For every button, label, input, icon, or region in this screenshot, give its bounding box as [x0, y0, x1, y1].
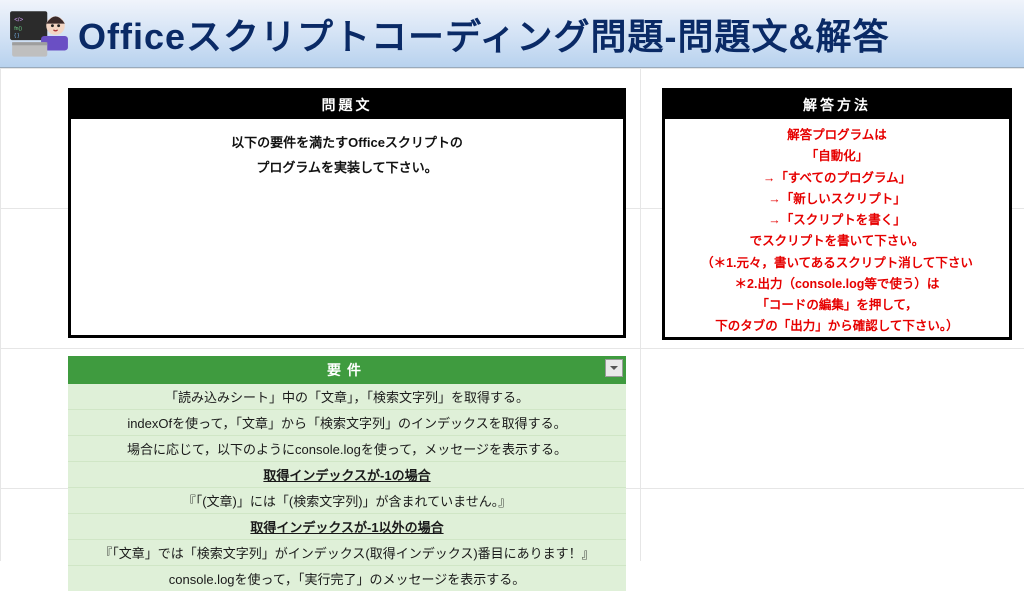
svg-text:{ }: { } [14, 33, 19, 39]
svg-text:fn(): fn() [14, 25, 22, 31]
filter-dropdown-button[interactable] [605, 359, 623, 377]
requirements-panel: 要件 「読み込みシート」中の「文章」，「検索文字列」を取得する。 indexOf… [68, 356, 626, 591]
answer-line: →「スクリプトを書く」 [669, 210, 1005, 231]
requirements-heading-label: 要件 [327, 362, 367, 378]
requirement-row: indexOfを使って，「文章」から「検索文字列」のインデックスを取得する。 [68, 410, 626, 436]
requirement-row: 「読み込みシート」中の「文章」，「検索文字列」を取得する。 [68, 384, 626, 410]
chevron-down-icon [609, 363, 619, 373]
answer-line: （＊1.元々，書いてあるスクリプト消して下さい [669, 253, 1005, 274]
problem-line: 以下の要件を満たすOfficeスクリプトの [71, 131, 623, 156]
page-header: </> fn() { } Officeスクリプトコーディング問題-問題文&解答 [0, 0, 1024, 68]
requirements-body: 「読み込みシート」中の「文章」，「検索文字列」を取得する。 indexOfを使っ… [68, 384, 626, 591]
worksheet-area: 問題文 以下の要件を満たすOfficeスクリプトの プログラムを実装して下さい。… [0, 68, 1024, 561]
answer-line: でスクリプトを書いて下さい。 [669, 231, 1005, 252]
problem-line: プログラムを実装して下さい。 [71, 156, 623, 181]
svg-text:</>: </> [14, 16, 23, 23]
answer-line: 「コードの編集」を押して， [669, 295, 1005, 316]
requirement-row: 取得インデックスが-1の場合 [68, 462, 626, 488]
page-title: Officeスクリプトコーディング問題-問題文&解答 [78, 8, 890, 60]
problem-heading: 問題文 [71, 91, 623, 119]
requirement-row: 『「(文章)」には「(検索文字列)」が含まれていません。』 [68, 488, 626, 514]
answer-body: 解答プログラムは 「自動化」 →「すべてのプログラム」 →「新しいスクリプト」 … [665, 119, 1009, 338]
requirements-heading: 要件 [68, 356, 626, 384]
person-coding-icon: </> fn() { } [8, 6, 70, 62]
answer-line: ＊2.出力（console.log等で使う）は [669, 274, 1005, 295]
problem-body: 以下の要件を満たすOfficeスクリプトの プログラムを実装して下さい。 [71, 119, 623, 180]
requirement-row: 場合に応じて，以下のようにconsole.logを使って，メッセージを表示する。 [68, 436, 626, 462]
answer-panel: 解答方法 解答プログラムは 「自動化」 →「すべてのプログラム」 →「新しいスク… [662, 88, 1012, 340]
answer-heading: 解答方法 [665, 91, 1009, 119]
problem-panel: 問題文 以下の要件を満たすOfficeスクリプトの プログラムを実装して下さい。 [68, 88, 626, 338]
requirement-row: console.logを使って，「実行完了」のメッセージを表示する。 [68, 566, 626, 591]
answer-line: 下のタブの「出力」から確認して下さい。） [669, 316, 1005, 337]
answer-line: →「新しいスクリプト」 [669, 189, 1005, 210]
answer-line: →「すべてのプログラム」 [669, 168, 1005, 189]
requirement-row: 『「文章」では「検索文字列」がインデックス(取得インデックス)番目にあります！』 [68, 540, 626, 566]
answer-line: 「自動化」 [669, 146, 1005, 167]
answer-line: 解答プログラムは [669, 125, 1005, 146]
requirement-row: 取得インデックスが-1以外の場合 [68, 514, 626, 540]
